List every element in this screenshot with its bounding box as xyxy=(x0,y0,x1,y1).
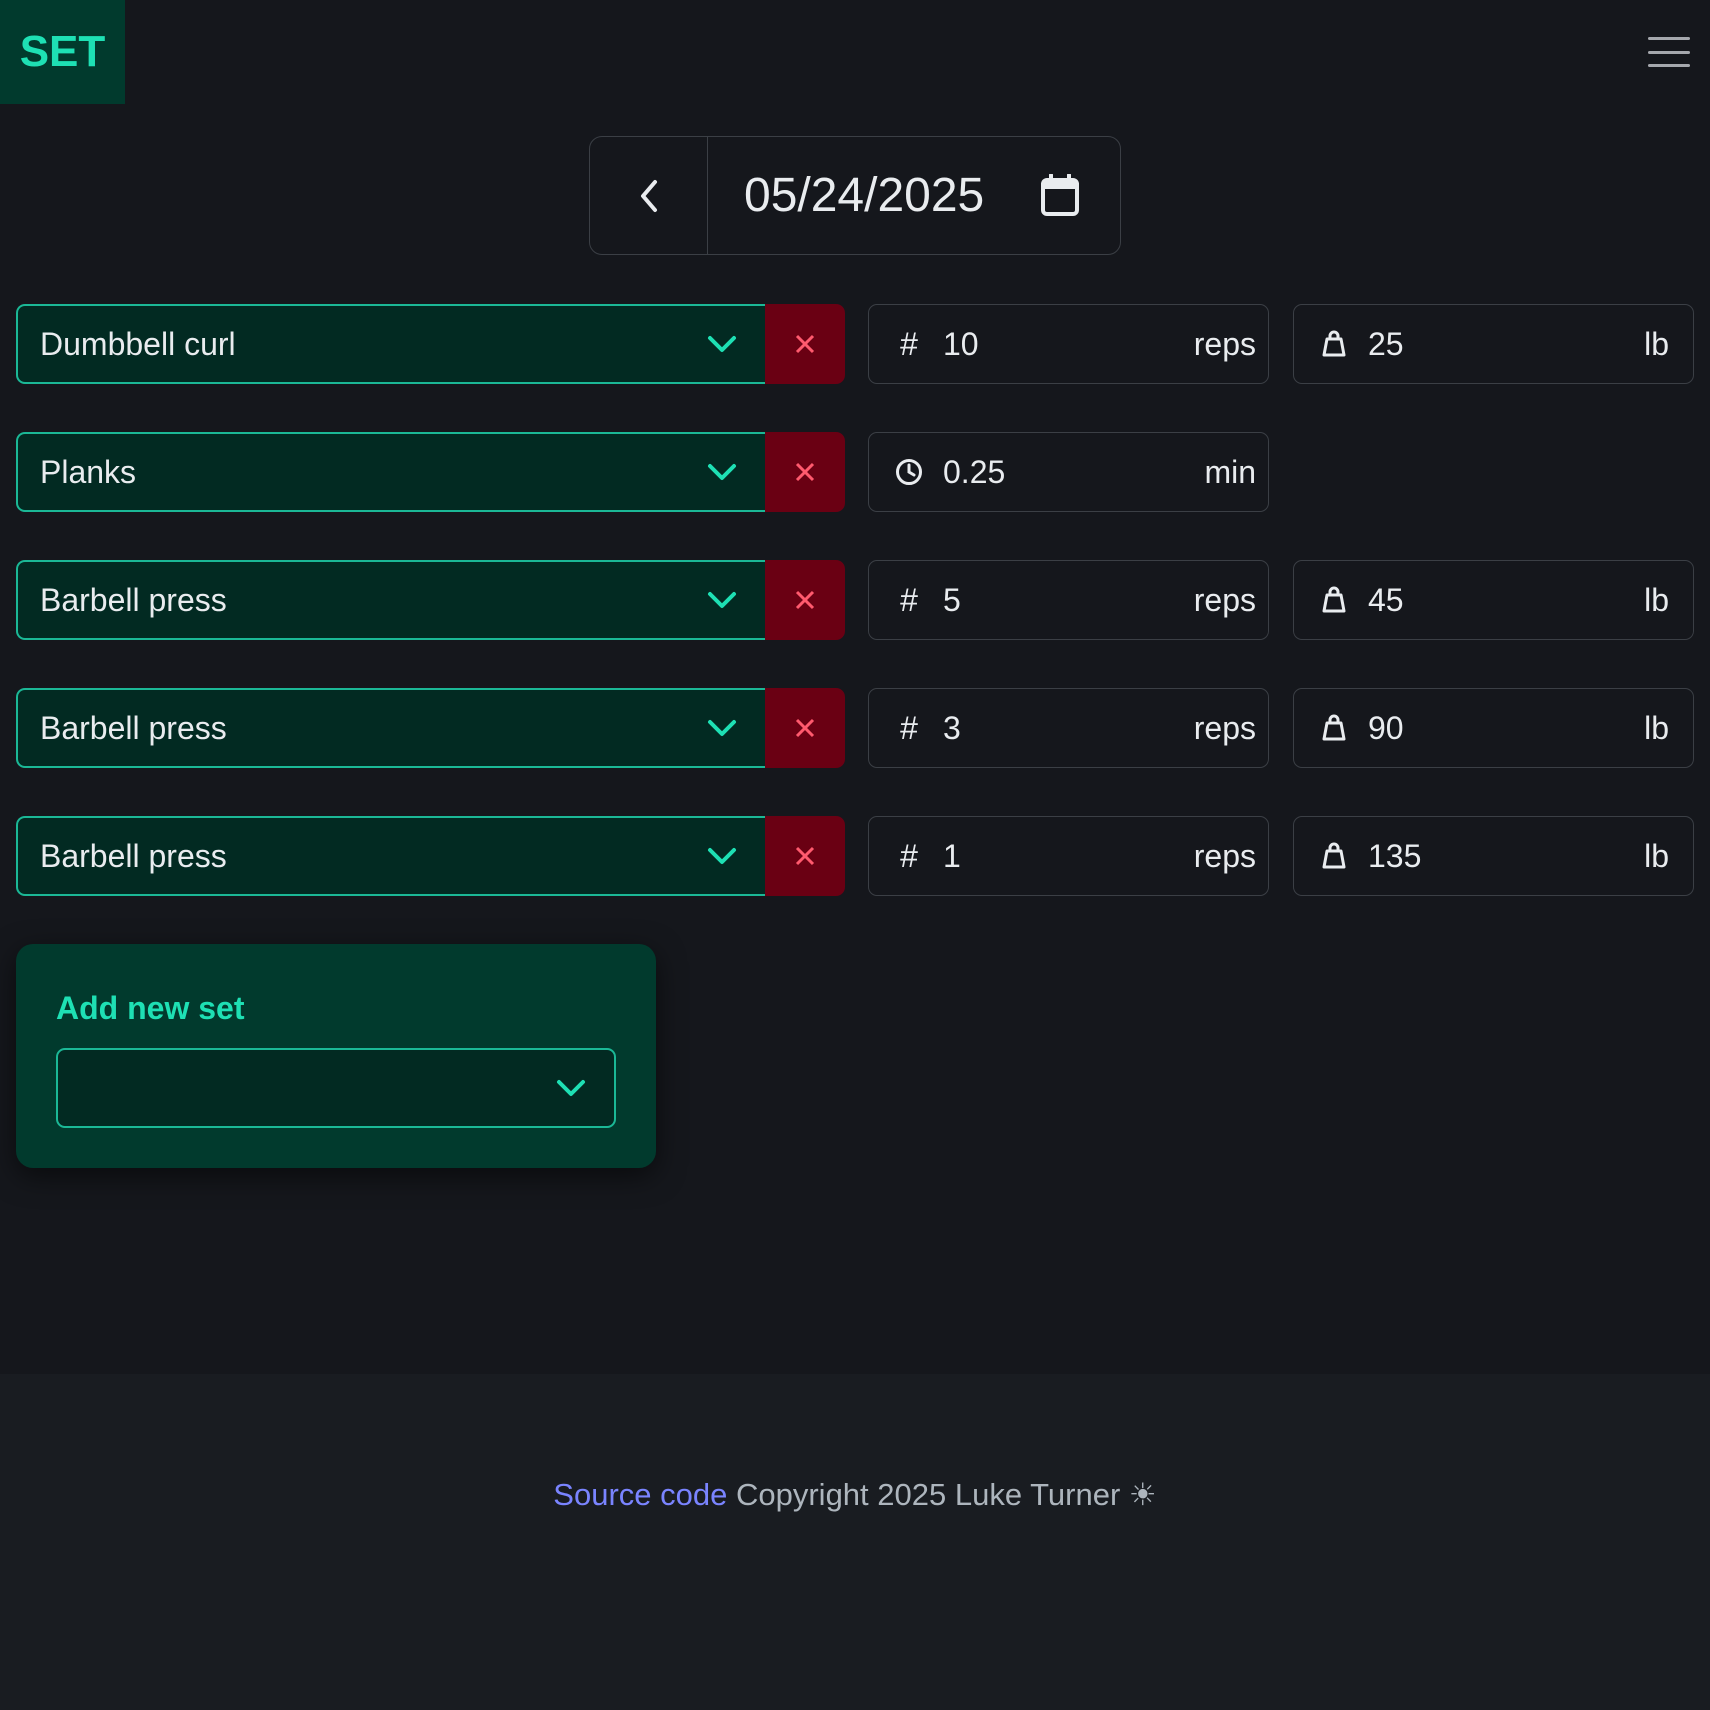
exercise-name: Barbell press xyxy=(40,581,227,618)
weight-value: 135 xyxy=(1368,837,1422,874)
exercise-select[interactable]: Barbell press xyxy=(16,816,765,896)
reps-value: 5 xyxy=(943,581,961,618)
date-value: 05/24/2025 xyxy=(744,169,985,222)
weight-field[interactable]: 45 lb xyxy=(1293,560,1694,640)
set-row: Planks 0.25 min xyxy=(16,432,1694,512)
hash-icon: # xyxy=(900,709,918,746)
exercise-name: Barbell press xyxy=(40,709,227,746)
weight-value: 25 xyxy=(1368,325,1404,362)
reps-unit: reps xyxy=(1193,837,1256,874)
hash-icon: # xyxy=(900,325,918,362)
source-code-link[interactable]: Source code xyxy=(553,1477,727,1512)
weight-icon xyxy=(1294,586,1374,614)
hash-icon: # xyxy=(900,837,918,874)
copyright-text: Copyright 2025 Luke Turner xyxy=(735,1477,1121,1512)
reps-field[interactable]: # 10 reps xyxy=(868,304,1269,384)
chevron-down-icon xyxy=(557,1080,585,1096)
chevron-down-icon xyxy=(708,848,736,864)
weight-unit: lb xyxy=(1644,581,1669,618)
exercise-name: Planks xyxy=(40,453,137,490)
set-row: Dumbbell curl # 10 reps 25 lb xyxy=(16,304,1694,384)
exercise-select[interactable]: Barbell press xyxy=(16,560,765,640)
set-row: Barbell press # 5 reps 45 lb xyxy=(16,560,1694,640)
close-icon xyxy=(795,590,815,610)
close-icon xyxy=(795,334,815,354)
reps-unit: reps xyxy=(1193,325,1256,362)
weight-unit: lb xyxy=(1644,709,1669,746)
footer-text: Source code Copyright 2025 Luke Turner ☀ xyxy=(0,1477,1710,1513)
duration-unit: min xyxy=(1204,453,1256,490)
add-set-select[interactable] xyxy=(56,1048,616,1128)
reps-field[interactable]: # 1 reps xyxy=(868,816,1269,896)
hash-icon: # xyxy=(900,581,918,618)
duration-field[interactable]: 0.25 min xyxy=(868,432,1269,512)
set-row: Barbell press # 1 reps 135 lb xyxy=(16,816,1694,896)
weight-field[interactable]: 90 lb xyxy=(1293,688,1694,768)
chevron-left-icon xyxy=(640,179,657,212)
brand-logo[interactable]: SET xyxy=(0,0,125,104)
chevron-down-icon xyxy=(708,592,736,608)
delete-set-button[interactable] xyxy=(765,688,845,768)
exercise-name: Dumbbell curl xyxy=(40,325,236,362)
reps-field[interactable]: # 3 reps xyxy=(868,688,1269,768)
calendar-icon[interactable] xyxy=(1040,173,1080,218)
exercise-select[interactable]: Barbell press xyxy=(16,688,765,768)
add-set-title: Add new set xyxy=(56,990,245,1026)
delete-set-button[interactable] xyxy=(765,560,845,640)
reps-value: 10 xyxy=(943,325,979,362)
theme-toggle-icon[interactable]: ☀ xyxy=(1129,1477,1157,1512)
close-icon xyxy=(795,462,815,482)
chevron-down-icon xyxy=(708,464,736,480)
close-icon xyxy=(795,846,815,866)
close-icon xyxy=(795,718,815,738)
weight-value: 45 xyxy=(1368,581,1404,618)
exercise-name: Barbell press xyxy=(40,837,227,874)
duration-value: 0.25 xyxy=(943,453,1006,490)
weight-icon xyxy=(1294,714,1374,742)
previous-day-button[interactable] xyxy=(590,137,708,254)
reps-value: 3 xyxy=(943,709,961,746)
weight-icon xyxy=(1294,330,1374,358)
date-input[interactable]: 05/24/2025 xyxy=(708,137,1120,254)
reps-unit: reps xyxy=(1193,581,1256,618)
chevron-down-icon xyxy=(708,336,736,352)
exercise-select[interactable]: Dumbbell curl xyxy=(16,304,765,384)
menu-icon[interactable] xyxy=(1648,34,1690,70)
reps-value: 1 xyxy=(943,837,961,874)
date-navigator: 05/24/2025 xyxy=(589,136,1121,255)
weight-field[interactable]: 25 lb xyxy=(1293,304,1694,384)
delete-set-button[interactable] xyxy=(765,304,845,384)
weight-icon xyxy=(1294,842,1374,870)
set-row: Barbell press # 3 reps 90 lb xyxy=(16,688,1694,768)
clock-icon xyxy=(869,458,949,486)
weight-field[interactable]: 135 lb xyxy=(1293,816,1694,896)
reps-unit: reps xyxy=(1193,709,1256,746)
weight-value: 90 xyxy=(1368,709,1404,746)
weight-unit: lb xyxy=(1644,837,1669,874)
weight-unit: lb xyxy=(1644,325,1669,362)
chevron-down-icon xyxy=(708,720,736,736)
footer: Source code Copyright 2025 Luke Turner ☀ xyxy=(0,1374,1710,1710)
delete-set-button[interactable] xyxy=(765,816,845,896)
exercise-select[interactable]: Planks xyxy=(16,432,765,512)
add-set-card: Add new set xyxy=(16,944,656,1168)
reps-field[interactable]: # 5 reps xyxy=(868,560,1269,640)
delete-set-button[interactable] xyxy=(765,432,845,512)
